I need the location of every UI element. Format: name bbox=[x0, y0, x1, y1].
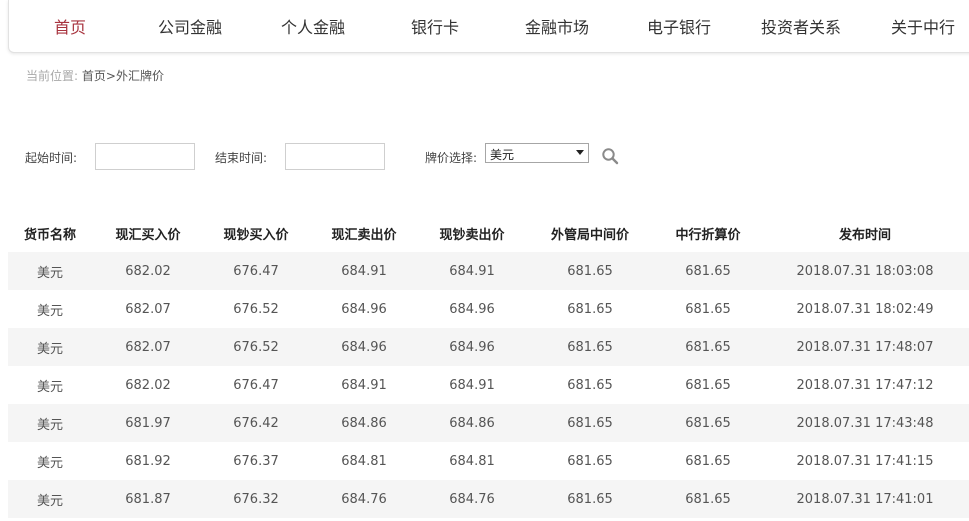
table-row: 美元 681.92 676.37 684.81 684.81 681.65 68… bbox=[8, 442, 969, 480]
cell-safe-middle: 681.65 bbox=[524, 366, 656, 404]
cell-cash-buy: 676.37 bbox=[204, 442, 308, 480]
column-header-spot-buy: 现汇买入价 bbox=[115, 227, 181, 243]
cell-safe-middle: 681.65 bbox=[524, 290, 656, 328]
start-time-input[interactable] bbox=[95, 143, 195, 170]
cell-spot-sell: 684.96 bbox=[308, 290, 420, 328]
cell-publish-time: 2018.07.31 17:41:01 bbox=[760, 480, 969, 518]
cell-currency: 美元 bbox=[8, 252, 92, 290]
cell-spot-sell: 684.86 bbox=[308, 404, 420, 442]
column-header-spot-sell: 现汇卖出价 bbox=[331, 227, 397, 243]
breadcrumb: 当前位置: 首页>外汇牌价 bbox=[26, 67, 164, 84]
cell-spot-buy: 681.92 bbox=[92, 442, 204, 480]
table-row: 美元 682.07 676.52 684.96 684.96 681.65 68… bbox=[8, 290, 969, 328]
cell-spot-buy: 681.97 bbox=[92, 404, 204, 442]
cell-publish-time: 2018.07.31 18:02:49 bbox=[760, 290, 969, 328]
cell-boc-conversion: 681.65 bbox=[656, 442, 760, 480]
cell-cash-buy: 676.52 bbox=[204, 290, 308, 328]
cell-boc-conversion: 681.65 bbox=[656, 366, 760, 404]
cell-currency: 美元 bbox=[8, 328, 92, 366]
table-row: 美元 682.02 676.47 684.91 684.91 681.65 68… bbox=[8, 252, 969, 290]
cell-cash-sell: 684.86 bbox=[420, 404, 524, 442]
cell-currency: 美元 bbox=[8, 480, 92, 518]
page: 首页 公司金融 个人金融 银行卡 金融市场 电子银行 投资者关系 关于中行 当前… bbox=[0, 0, 969, 521]
end-time-input[interactable] bbox=[285, 143, 385, 170]
cell-cash-sell: 684.96 bbox=[420, 290, 524, 328]
cell-cash-sell: 684.96 bbox=[420, 328, 524, 366]
cell-currency: 美元 bbox=[8, 404, 92, 442]
cell-spot-buy: 682.07 bbox=[92, 328, 204, 366]
search-icon[interactable] bbox=[601, 147, 619, 165]
nav-item-financial-markets[interactable]: 金融市场 bbox=[525, 14, 589, 38]
cell-currency: 美元 bbox=[8, 442, 92, 480]
start-time-label: 起始时间: bbox=[25, 151, 78, 165]
currency-select[interactable]: 美元 bbox=[485, 143, 589, 163]
nav-item-about[interactable]: 关于中行 bbox=[891, 14, 955, 38]
cell-safe-middle: 681.65 bbox=[524, 480, 656, 518]
cell-safe-middle: 681.65 bbox=[524, 404, 656, 442]
cell-spot-sell: 684.91 bbox=[308, 366, 420, 404]
cell-cash-buy: 676.47 bbox=[204, 366, 308, 404]
cell-boc-conversion: 681.65 bbox=[656, 290, 760, 328]
cell-safe-middle: 681.65 bbox=[524, 252, 656, 290]
breadcrumb-separator: > bbox=[105, 69, 116, 83]
nav-item-home[interactable]: 首页 bbox=[54, 14, 86, 38]
table-header-row: 货币名称 现汇买入价 现钞买入价 现汇卖出价 现钞卖出价 外管局中间价 中行折算… bbox=[8, 214, 969, 252]
cell-spot-buy: 682.07 bbox=[92, 290, 204, 328]
cell-cash-buy: 676.32 bbox=[204, 480, 308, 518]
cell-publish-time: 2018.07.31 18:03:08 bbox=[760, 252, 969, 290]
table-row: 美元 682.07 676.52 684.96 684.96 681.65 68… bbox=[8, 328, 969, 366]
cell-publish-time: 2018.07.31 17:41:15 bbox=[760, 442, 969, 480]
cell-safe-middle: 681.65 bbox=[524, 442, 656, 480]
nav-item-corporate-banking[interactable]: 公司金融 bbox=[158, 14, 222, 38]
cell-cash-sell: 684.91 bbox=[420, 252, 524, 290]
chevron-down-icon bbox=[576, 150, 584, 155]
cell-cash-sell: 684.91 bbox=[420, 366, 524, 404]
nav-item-investor-relations[interactable]: 投资者关系 bbox=[761, 14, 841, 38]
table-row: 美元 682.02 676.47 684.91 684.91 681.65 68… bbox=[8, 366, 969, 404]
breadcrumb-home-link[interactable]: 首页 bbox=[82, 69, 106, 83]
column-header-cash-buy: 现钞买入价 bbox=[223, 227, 289, 243]
cell-cash-buy: 676.52 bbox=[204, 328, 308, 366]
cell-safe-middle: 681.65 bbox=[524, 328, 656, 366]
cell-cash-sell: 684.76 bbox=[420, 480, 524, 518]
cell-spot-buy: 681.87 bbox=[92, 480, 204, 518]
currency-select-label: 牌价选择: bbox=[425, 151, 478, 165]
cell-publish-time: 2018.07.31 17:47:12 bbox=[760, 366, 969, 404]
nav-item-personal-banking[interactable]: 个人金融 bbox=[281, 14, 345, 38]
cell-cash-sell: 684.81 bbox=[420, 442, 524, 480]
cell-publish-time: 2018.07.31 17:48:07 bbox=[760, 328, 969, 366]
top-nav: 首页 公司金融 个人金融 银行卡 金融市场 电子银行 投资者关系 关于中行 bbox=[8, 0, 969, 53]
cell-currency: 美元 bbox=[8, 290, 92, 328]
cell-spot-sell: 684.81 bbox=[308, 442, 420, 480]
cell-cash-buy: 676.47 bbox=[204, 252, 308, 290]
exchange-rate-table: 货币名称 现汇买入价 现钞买入价 现汇卖出价 现钞卖出价 外管局中间价 中行折算… bbox=[8, 214, 969, 518]
cell-publish-time: 2018.07.31 17:43:48 bbox=[760, 404, 969, 442]
cell-spot-sell: 684.91 bbox=[308, 252, 420, 290]
breadcrumb-prefix: 当前位置: bbox=[26, 69, 79, 83]
column-header-boc-conversion: 中行折算价 bbox=[675, 227, 741, 243]
table-row: 美元 681.97 676.42 684.86 684.86 681.65 68… bbox=[8, 404, 969, 442]
cell-spot-buy: 682.02 bbox=[92, 252, 204, 290]
cell-spot-sell: 684.76 bbox=[308, 480, 420, 518]
table-row: 美元 681.87 676.32 684.76 684.76 681.65 68… bbox=[8, 480, 969, 518]
cell-boc-conversion: 681.65 bbox=[656, 328, 760, 366]
cell-cash-buy: 676.42 bbox=[204, 404, 308, 442]
column-header-safe-middle: 外管局中间价 bbox=[550, 227, 629, 243]
cell-boc-conversion: 681.65 bbox=[656, 480, 760, 518]
cell-boc-conversion: 681.65 bbox=[656, 404, 760, 442]
column-header-publish-time: 发布时间 bbox=[838, 227, 891, 243]
nav-item-bank-card[interactable]: 银行卡 bbox=[411, 14, 459, 38]
end-time-label: 结束时间: bbox=[215, 151, 268, 165]
column-header-cash-sell: 现钞卖出价 bbox=[439, 227, 505, 243]
cell-currency: 美元 bbox=[8, 366, 92, 404]
breadcrumb-current: 外汇牌价 bbox=[115, 69, 164, 83]
column-header-currency: 货币名称 bbox=[23, 227, 76, 243]
nav-item-e-banking[interactable]: 电子银行 bbox=[647, 14, 711, 38]
currency-select-value: 美元 bbox=[490, 148, 515, 162]
cell-boc-conversion: 681.65 bbox=[656, 252, 760, 290]
cell-spot-buy: 682.02 bbox=[92, 366, 204, 404]
cell-spot-sell: 684.96 bbox=[308, 328, 420, 366]
